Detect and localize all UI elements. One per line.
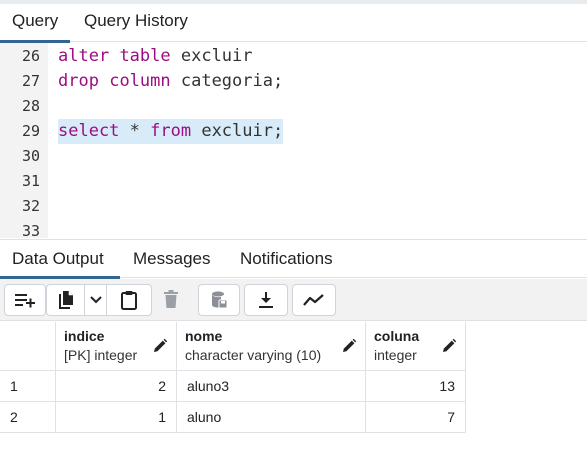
paste-button[interactable] <box>107 285 151 315</box>
download-icon <box>259 292 273 308</box>
sql-keyword: select <box>58 121 120 141</box>
delete-group <box>152 284 190 316</box>
line-number: 27 <box>21 72 40 90</box>
sql-token: * <box>119 121 151 141</box>
add-row-button[interactable] <box>5 285 45 315</box>
code-text: select * from excluir; <box>58 119 284 144</box>
grid-header-row: indice [PK] integer nome character varyi… <box>0 322 466 371</box>
save-data-icon <box>212 291 228 309</box>
sql-keyword: column <box>109 71 171 91</box>
save-data-button[interactable] <box>199 285 239 315</box>
sql-keyword: from <box>150 121 192 141</box>
data-output-toolbar <box>0 279 587 321</box>
sql-editor[interactable]: 26 alter table excluir 27 drop column categ… <box>0 43 587 238</box>
download-group <box>244 284 288 316</box>
sql-token: excluir; <box>191 121 284 141</box>
tab-query[interactable]: Query <box>0 4 70 43</box>
copy-icon <box>58 291 73 309</box>
cell-indice[interactable]: 2 <box>56 371 177 402</box>
code-text: drop column categoria; <box>58 69 283 94</box>
cell-nome[interactable]: aluno3 <box>177 371 366 402</box>
tab-messages[interactable]: Messages <box>121 240 227 278</box>
column-name: indice <box>64 328 105 344</box>
column-header-coluna[interactable]: coluna integer <box>366 322 466 371</box>
editor-line[interactable]: 28 <box>0 94 587 119</box>
column-header-nome[interactable]: nome character varying (10) <box>177 322 366 371</box>
results-panel: Data Output Messages Notifications indic… <box>0 239 587 462</box>
pencil-icon[interactable] <box>341 338 357 354</box>
tab-data-output[interactable]: Data Output <box>0 240 120 279</box>
line-number: 26 <box>21 47 40 65</box>
sql-keyword: table <box>119 46 171 66</box>
delete-icon <box>164 290 178 308</box>
column-type: integer <box>374 347 417 363</box>
column-header-indice[interactable]: indice [PK] integer <box>56 322 177 371</box>
cell-indice[interactable]: 1 <box>56 402 177 433</box>
cell-coluna[interactable]: 7 <box>366 402 466 433</box>
line-number: 33 <box>21 222 40 238</box>
graph-group <box>292 284 336 316</box>
column-name: coluna <box>374 328 420 344</box>
download-button[interactable] <box>245 285 287 315</box>
graph-visualiser-button[interactable] <box>293 285 335 315</box>
line-number: 31 <box>21 172 40 190</box>
save-data-group <box>198 284 240 316</box>
column-type: [PK] integer <box>64 347 138 363</box>
line-number: 29 <box>21 122 40 140</box>
add-row-group <box>4 284 46 316</box>
editor-line[interactable]: 33 <box>0 219 587 238</box>
sql-token: excluir <box>170 46 253 66</box>
result-tabs: Data Output Messages Notifications <box>0 240 587 279</box>
sql-keyword: drop <box>58 71 99 91</box>
line-number: 32 <box>21 197 40 215</box>
row-number[interactable]: 1 <box>0 371 56 402</box>
tab-query-history[interactable]: Query History <box>72 4 208 42</box>
tab-notifications[interactable]: Notifications <box>228 240 358 278</box>
sql-token: categoria; <box>170 71 284 91</box>
paste-icon <box>121 291 137 310</box>
line-number: 28 <box>21 97 40 115</box>
chevron-down-icon <box>89 296 102 304</box>
cell-nome[interactable]: aluno <box>177 402 366 433</box>
query-tabs: Query Query History <box>0 4 587 43</box>
editor-line[interactable]: 31 <box>0 169 587 194</box>
sql-keyword: alter <box>58 46 110 66</box>
pencil-icon[interactable] <box>441 338 457 354</box>
pencil-icon[interactable] <box>152 338 168 354</box>
copy-options-button[interactable] <box>85 285 107 315</box>
column-name: nome <box>185 328 223 344</box>
table-row[interactable]: 1 2 aluno3 13 <box>0 371 466 402</box>
copy-button[interactable] <box>47 285 85 315</box>
delete-button[interactable] <box>152 284 190 314</box>
row-number[interactable]: 2 <box>0 402 56 433</box>
graph-icon <box>303 294 324 306</box>
editor-line[interactable]: 32 <box>0 194 587 219</box>
row-number-header <box>0 322 56 371</box>
code-text: alter table excluir <box>58 44 253 69</box>
editor-line[interactable]: 26 alter table excluir <box>0 44 587 69</box>
line-number: 30 <box>21 147 40 165</box>
editor-line[interactable]: 30 <box>0 144 587 169</box>
add-row-icon <box>15 294 35 308</box>
table-row[interactable]: 2 1 aluno 7 <box>0 402 466 433</box>
column-type: character varying (10) <box>185 347 322 363</box>
editor-line[interactable]: 29 select * from excluir; <box>0 119 587 144</box>
editor-line[interactable]: 27 drop column categoria; <box>0 69 587 94</box>
cell-coluna[interactable]: 13 <box>366 371 466 402</box>
copy-paste-group <box>46 284 152 316</box>
